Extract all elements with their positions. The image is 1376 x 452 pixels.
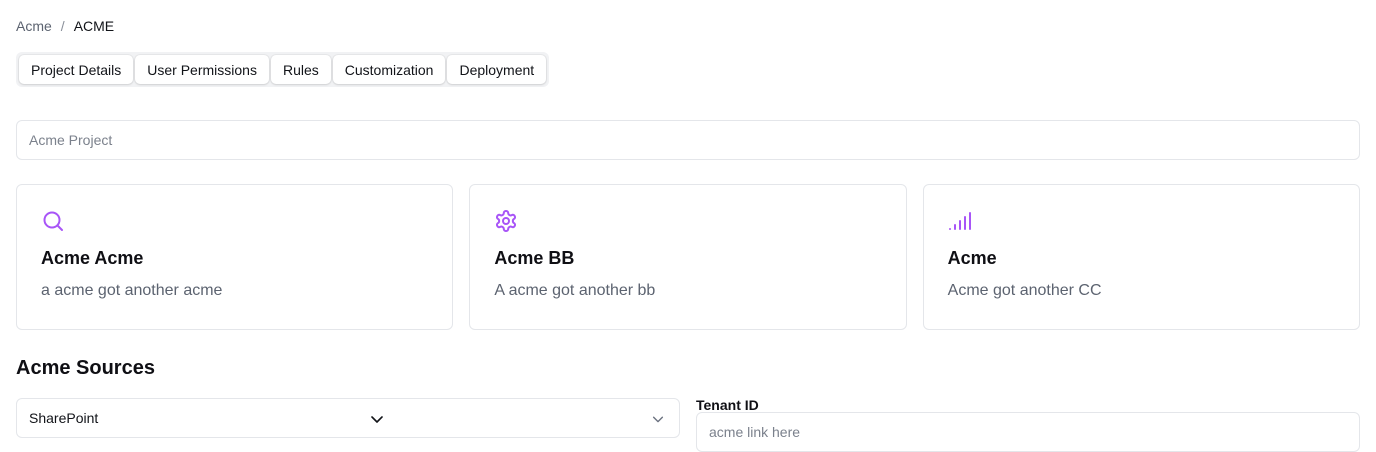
card-title: Acme BB	[494, 248, 575, 268]
card-title: Acme Acme	[41, 248, 144, 268]
project-name-input[interactable]	[16, 120, 1360, 160]
tab-customization[interactable]: Customization	[332, 55, 446, 84]
card-title: Acme	[947, 248, 997, 268]
breadcrumb-separator: /	[60, 18, 65, 34]
source-select[interactable]: SharePoint	[16, 398, 680, 438]
card-acme-acme[interactable]: Acme Acme a acme got another acme	[16, 184, 454, 330]
card-description: Acme got another CC	[947, 282, 1102, 299]
search-icon	[41, 209, 65, 233]
card-acme[interactable]: Acme Acme got another CC	[922, 184, 1360, 330]
settings-tabs: Project Details User Permissions Rules C…	[16, 52, 550, 87]
breadcrumb-current: ACME	[73, 18, 115, 34]
tenant-id-input[interactable]	[696, 412, 1360, 452]
gear-icon	[494, 209, 518, 233]
tab-project-details[interactable]: Project Details	[19, 55, 134, 84]
source-select-value: SharePoint	[29, 410, 99, 426]
sources-section-title: Acme Sources	[16, 357, 155, 379]
card-description: A acme got another bb	[494, 282, 656, 299]
tenant-id-label: Tenant ID	[696, 397, 759, 413]
chevron-down-icon	[369, 411, 385, 427]
chevron-down-icon	[651, 412, 665, 426]
tab-rules[interactable]: Rules	[270, 55, 331, 84]
tab-user-permissions[interactable]: User Permissions	[135, 55, 269, 84]
tab-deployment[interactable]: Deployment	[447, 55, 547, 84]
breadcrumb: Acme / ACME	[16, 17, 114, 35]
signal-bars-icon	[948, 209, 972, 233]
project-settings-page: Acme / ACME Project Details User Permiss…	[0, 0, 1376, 452]
breadcrumb-parent-link[interactable]: Acme	[16, 17, 52, 35]
card-description: a acme got another acme	[41, 282, 223, 299]
feature-cards: Acme Acme a acme got another acme Acme B…	[16, 184, 1360, 330]
card-acme-bb[interactable]: Acme BB A acme got another bb	[469, 184, 907, 330]
